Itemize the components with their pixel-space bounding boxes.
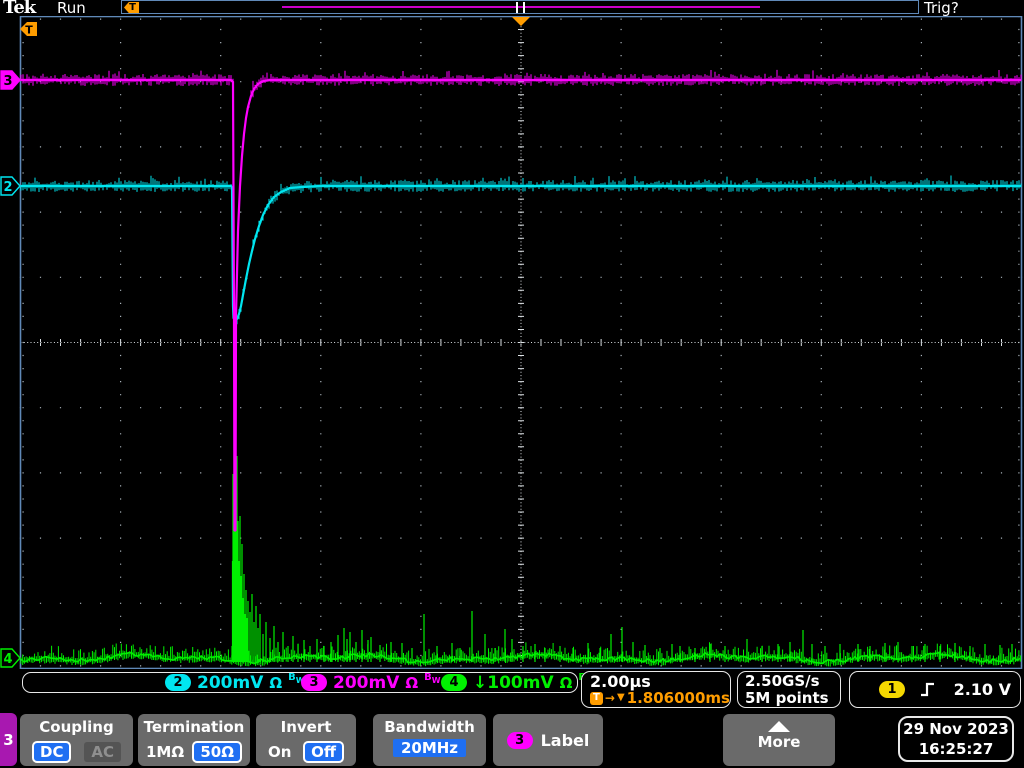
invert-title: Invert (280, 718, 332, 736)
termination-title: Termination (143, 718, 245, 736)
channel-2-scale: 200mV (197, 672, 264, 693)
more-up-arrow-icon (768, 721, 790, 732)
termination-50ohm-option[interactable]: 50Ω (192, 741, 242, 763)
channel-3-badge: 3 (301, 674, 327, 691)
bandwidth-softkey[interactable]: Bandwidth 20MHz (373, 714, 486, 766)
record-length: 5M points (745, 689, 829, 707)
waveform-display: T 3 2 4 (0, 16, 1023, 669)
acquisition-status: Run (57, 0, 86, 17)
trigger-source-badge: 1 (879, 681, 905, 698)
more-softkey[interactable]: More (723, 714, 835, 766)
invert-softkey[interactable]: Invert On Off (256, 714, 356, 766)
channel-3-readout: 3 200mV Ω BW (301, 672, 441, 693)
trigger-delay-marker-icon: T (590, 691, 603, 705)
channel-3-menu-tab: 3 (0, 713, 17, 766)
timebase-scale: 2.00µs (590, 672, 651, 691)
channel-4-readout: 4 ↓100mV Ω BW (441, 672, 595, 693)
channel-2-readout: 2 200mV Ω BW (165, 672, 305, 693)
trigger-position-flag-label: T (25, 24, 33, 37)
channel-3-impedance-icon: Ω (405, 673, 419, 692)
acquisition-readout-box: 2.50GS/s 5M points (737, 671, 841, 708)
channel-4-impedance-icon: Ω (559, 673, 573, 692)
graticule-center-axes (20, 16, 1022, 669)
trigger-readout-box: 1 2.10 V (849, 671, 1021, 708)
ch4-trace-spikes (231, 412, 1013, 662)
datetime-box: 29 Nov 2023 16:25:27 (898, 716, 1014, 762)
trigger-delay-readout: T → ▼ 1.806000ms (590, 690, 730, 706)
label-channel-badge: 3 (506, 731, 533, 749)
channel-4-marker-label: 4 (3, 652, 12, 667)
channel-2-badge: 2 (165, 674, 191, 691)
delay-triangle-icon: ▼ (616, 692, 625, 703)
bandwidth-value[interactable]: 20MHz (392, 739, 467, 757)
termination-1mohm-option[interactable]: 1MΩ (146, 743, 184, 761)
channel-3-bandwidth-limit-icon: BW (424, 672, 441, 685)
invert-off-option[interactable]: Off (303, 741, 344, 763)
rising-edge-icon (921, 682, 934, 697)
timebase-readout-box: 2.00µs T → ▼ 1.806000ms (581, 671, 731, 708)
record-view-window-bracket-icon (516, 2, 525, 13)
channel-3-marker-label: 3 (3, 74, 12, 89)
invert-on-option[interactable]: On (268, 743, 291, 761)
expansion-point-icon (512, 17, 530, 26)
channel-2-impedance-icon: Ω (269, 673, 283, 692)
bandwidth-title: Bandwidth (384, 718, 475, 736)
coupling-ac-option[interactable]: AC (84, 742, 121, 762)
label-softkey[interactable]: 3 Label (493, 714, 603, 766)
delay-arrow-icon: → (604, 691, 615, 705)
more-title: More (757, 733, 801, 751)
coupling-dc-option[interactable]: DC (32, 741, 72, 763)
trigger-status: Trig? (924, 0, 959, 17)
channel-4-badge: 4 (441, 674, 467, 691)
sample-rate: 2.50GS/s (745, 672, 820, 690)
softkey-menu-bar: 3 Coupling DC AC Termination 1MΩ 50Ω Inv… (0, 712, 1024, 768)
date: 29 Nov 2023 (903, 720, 1009, 738)
channel-readouts-box: 2 200mV Ω BW 3 200mV Ω BW 4 ↓100mV Ω BW (22, 672, 595, 693)
channel-2-marker-label: 2 (3, 180, 12, 195)
trigger-level: 2.10 V (953, 680, 1011, 699)
delay-value: 1.806000ms (626, 689, 730, 707)
top-status-bar: Tek Run T Trig? (0, 0, 1024, 18)
wave-inspector-record-view: T (121, 0, 919, 14)
channel-4-scale: ↓100mV (473, 672, 554, 693)
time: 16:25:27 (918, 740, 994, 758)
coupling-title: Coupling (39, 718, 114, 736)
ch2-trace-noise (20, 175, 1022, 325)
record-trigger-position-icon: T (124, 2, 139, 13)
channel-3-scale: 200mV (333, 672, 400, 693)
readout-bar: 2 200mV Ω BW 3 200mV Ω BW 4 ↓100mV Ω BW … (0, 669, 1024, 712)
termination-softkey[interactable]: Termination 1MΩ 50Ω (138, 714, 250, 766)
label-title: Label (540, 730, 590, 750)
coupling-softkey[interactable]: Coupling DC AC (20, 714, 133, 766)
